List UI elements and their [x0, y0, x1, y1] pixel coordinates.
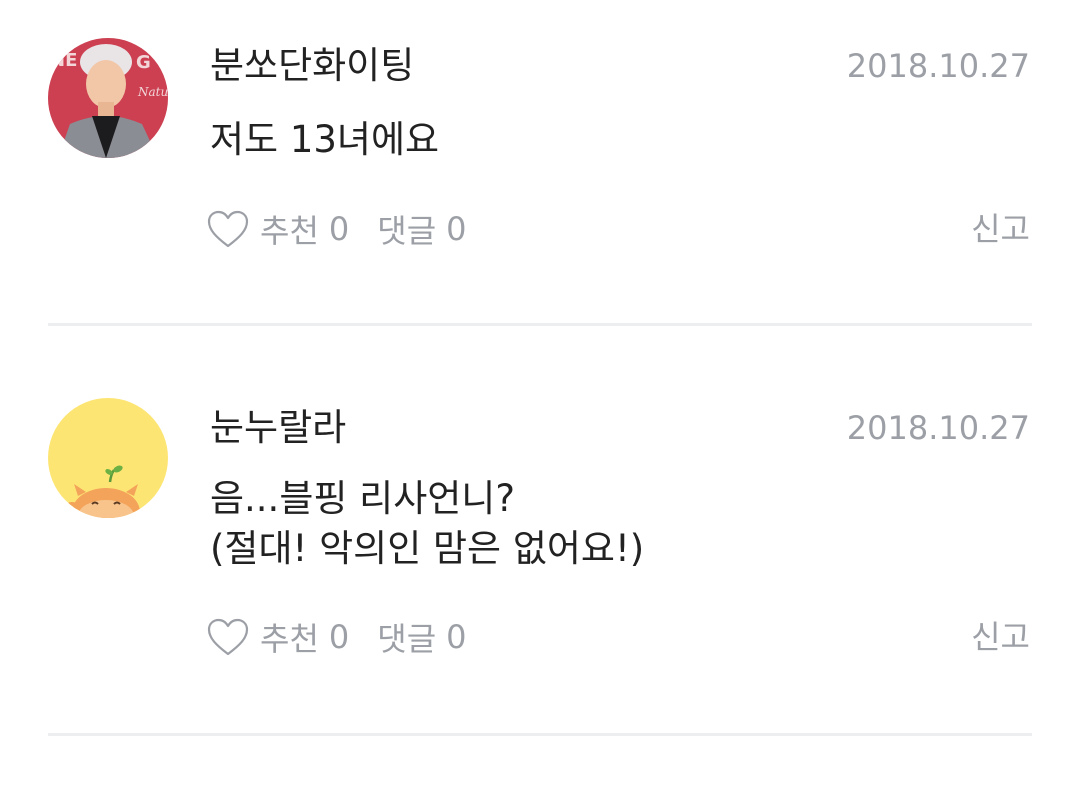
comment-text: 저도 13녀에요 [210, 115, 1010, 165]
svg-text:NE: NE [50, 50, 77, 71]
comment-actions: 추천 0 댓글 0 [206, 614, 467, 660]
comment-item: 눈누랄라 2018.10.27 음...블핑 리사언니? (절대! 악의인 맘은… [0, 326, 1080, 736]
reply-count: 0 [446, 618, 467, 656]
comment-item: NE G Natu 분쏘단화이팅 2018.10.27 저도 13녀에요 추천 … [0, 0, 1080, 326]
user-avatar[interactable] [48, 398, 168, 518]
report-button[interactable]: 신고 [971, 614, 1030, 660]
user-avatar[interactable]: NE G Natu [48, 38, 168, 158]
comment-author[interactable]: 분쏘단화이팅 [210, 44, 414, 88]
comment-list: NE G Natu 분쏘단화이팅 2018.10.27 저도 13녀에요 추천 … [0, 0, 1080, 810]
like-count: 0 [328, 618, 350, 656]
like-label: 추천 [260, 620, 319, 658]
reply-count: 0 [446, 210, 467, 248]
comment-actions: 추천 0 댓글 0 [206, 206, 467, 252]
like-button[interactable]: 추천 0 [206, 614, 349, 660]
like-label: 추천 [260, 212, 319, 250]
divider [48, 733, 1032, 736]
heart-icon [207, 210, 249, 248]
heart-icon [207, 618, 249, 656]
reply-button[interactable]: 댓글 0 [377, 206, 466, 252]
like-button[interactable]: 추천 0 [206, 206, 349, 252]
like-count: 0 [328, 210, 350, 248]
cartoon-character-avatar-icon [48, 398, 168, 518]
reply-label: 댓글 [377, 212, 437, 250]
report-button[interactable]: 신고 [971, 206, 1030, 252]
reply-label: 댓글 [377, 620, 437, 658]
comment-text-line: 저도 13녀에요 [210, 118, 440, 161]
comment-author[interactable]: 눈누랄라 [210, 406, 346, 450]
comment-text-line: 음...블핑 리사언니? [210, 477, 515, 520]
comment-text: 음...블핑 리사언니? (절대! 악의인 맘은 없어요!) [210, 474, 1010, 574]
svg-text:G: G [136, 52, 151, 73]
reply-button[interactable]: 댓글 0 [377, 614, 466, 660]
comment-date: 2018.10.27 [846, 47, 1030, 85]
svg-text:Natu: Natu [137, 85, 168, 99]
person-photo-avatar-icon: NE G Natu [48, 38, 168, 158]
comment-date: 2018.10.27 [846, 409, 1030, 447]
comment-text-line: (절대! 악의인 맘은 없어요!) [210, 527, 645, 570]
